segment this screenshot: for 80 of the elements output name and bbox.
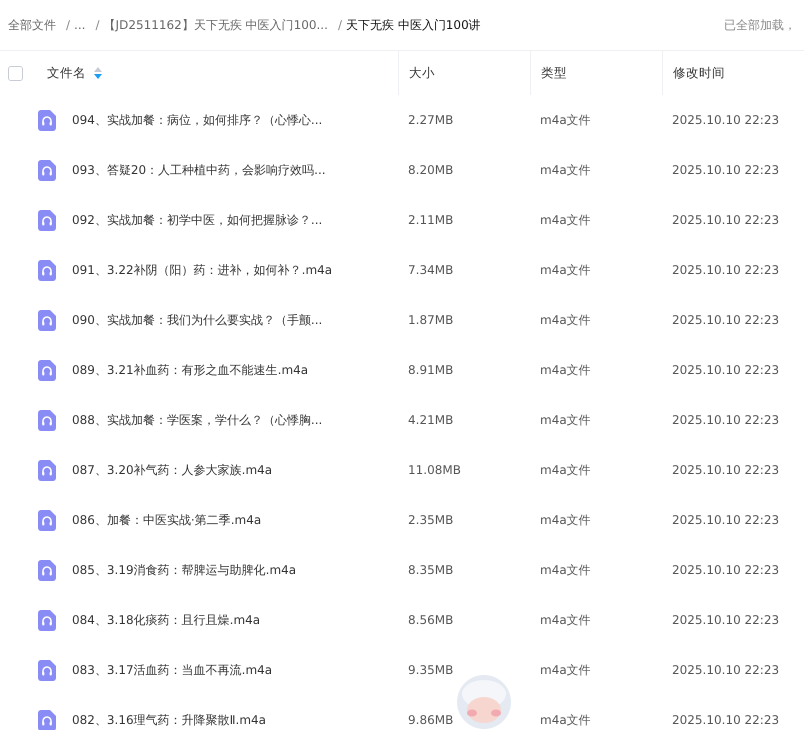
file-size: 8.35MB (407, 563, 454, 577)
file-type: m4a文件 (539, 162, 592, 178)
file-name[interactable]: 091、3.22补阴（阳）药：进补，如何补？.m4a (72, 262, 332, 278)
breadcrumb-separator: / (66, 18, 70, 32)
modified-time: 2025.10.10 22:23 (671, 263, 780, 277)
file-name[interactable]: 087、3.20补气药：人参大家族.m4a (72, 462, 272, 478)
file-size: 11.08MB (407, 463, 462, 477)
file-type: m4a文件 (539, 712, 592, 728)
file-type: m4a文件 (539, 562, 592, 578)
file-type: m4a文件 (539, 662, 592, 678)
select-all-checkbox[interactable] (8, 66, 23, 80)
file-type: m4a文件 (539, 462, 592, 478)
file-type: m4a文件 (539, 112, 592, 128)
file-type: m4a文件 (539, 412, 592, 428)
audio-file-icon (38, 360, 56, 380)
file-name[interactable]: 086、加餐：中医实战·第二季.m4a (72, 512, 262, 528)
breadcrumb-separator: / (338, 18, 342, 32)
file-name[interactable]: 083、3.17活血药：当血不再流.m4a (72, 662, 272, 678)
column-header[interactable]: 大小 (409, 64, 435, 82)
audio-file-icon (38, 110, 56, 130)
audio-file-icon (38, 510, 56, 530)
file-name[interactable]: 089、3.21补血药：有形之血不能速生.m4a (72, 362, 308, 378)
file-type: m4a文件 (539, 212, 592, 228)
column-header[interactable]: 文件名 (47, 64, 86, 82)
file-type: m4a文件 (539, 262, 592, 278)
modified-time: 2025.10.10 22:23 (671, 363, 780, 377)
audio-file-icon (38, 410, 56, 430)
file-type: m4a文件 (539, 362, 592, 378)
modified-time: 2025.10.10 22:23 (671, 713, 780, 727)
column-header[interactable]: 类型 (541, 64, 567, 82)
file-type: m4a文件 (539, 312, 592, 328)
file-name[interactable]: 090、实战加餐：我们为什么要实战？（手颤... (72, 312, 322, 328)
file-type: m4a文件 (539, 612, 592, 628)
file-size: 1.87MB (407, 313, 454, 327)
breadcrumb-separator: / (96, 18, 100, 32)
modified-time: 2025.10.10 22:23 (671, 113, 780, 127)
file-size: 2.35MB (407, 513, 454, 527)
file-size: 8.56MB (407, 613, 454, 627)
audio-file-icon (38, 460, 56, 480)
audio-file-icon (38, 260, 56, 280)
load-status: 已全部加载， (724, 16, 796, 34)
modified-time: 2025.10.10 22:23 (671, 613, 780, 627)
file-name[interactable]: 088、实战加餐：学医案，学什么？（心悸胸... (72, 412, 322, 428)
file-size: 7.34MB (407, 263, 454, 277)
file-size: 4.21MB (407, 413, 454, 427)
file-size: 8.20MB (407, 163, 454, 177)
breadcrumb-link[interactable]: 全部文件 (8, 16, 56, 34)
audio-file-icon (38, 160, 56, 180)
modified-time: 2025.10.10 22:23 (671, 213, 780, 227)
breadcrumb-link[interactable]: ... (74, 18, 86, 32)
modified-time: 2025.10.10 22:23 (671, 463, 780, 477)
file-size: 9.35MB (407, 663, 454, 677)
modified-time: 2025.10.10 22:23 (671, 563, 780, 577)
audio-file-icon (38, 660, 56, 680)
audio-file-icon (38, 310, 56, 330)
breadcrumb-link[interactable]: 【JD2511162】天下无疾 中医入门100... (104, 16, 328, 34)
audio-file-icon (38, 710, 56, 730)
breadcrumb-link[interactable]: 天下无疾 中医入门100讲 (346, 16, 481, 34)
file-size: 9.86MB (407, 713, 454, 727)
modified-time: 2025.10.10 22:23 (671, 313, 780, 327)
file-size: 8.91MB (407, 363, 454, 377)
modified-time: 2025.10.10 22:23 (671, 163, 780, 177)
modified-time: 2025.10.10 22:23 (671, 413, 780, 427)
assistant-figure[interactable] (456, 672, 512, 730)
modified-time: 2025.10.10 22:23 (671, 663, 780, 677)
file-name[interactable]: 085、3.19消食药：帮脾运与助脾化.m4a (72, 562, 296, 578)
file-name[interactable]: 084、3.18化痰药：且行且燥.m4a (72, 612, 260, 628)
sort-icon[interactable] (94, 67, 102, 79)
audio-file-icon (38, 210, 56, 230)
file-type: m4a文件 (539, 512, 592, 528)
file-name[interactable]: 093、答疑20：人工种植中药，会影响疗效吗... (72, 162, 326, 178)
modified-time: 2025.10.10 22:23 (671, 513, 780, 527)
file-name[interactable]: 082、3.16理气药：升降聚散Ⅱ.m4a (72, 712, 266, 728)
file-name[interactable]: 094、实战加餐：病位，如何排序？（心悸心... (72, 112, 322, 128)
file-name[interactable]: 092、实战加餐：初学中医，如何把握脉诊？... (72, 212, 322, 228)
file-size: 2.27MB (407, 113, 454, 127)
audio-file-icon (38, 610, 56, 630)
column-header[interactable]: 修改时间 (673, 64, 725, 82)
audio-file-icon (38, 560, 56, 580)
file-size: 2.11MB (407, 213, 454, 227)
